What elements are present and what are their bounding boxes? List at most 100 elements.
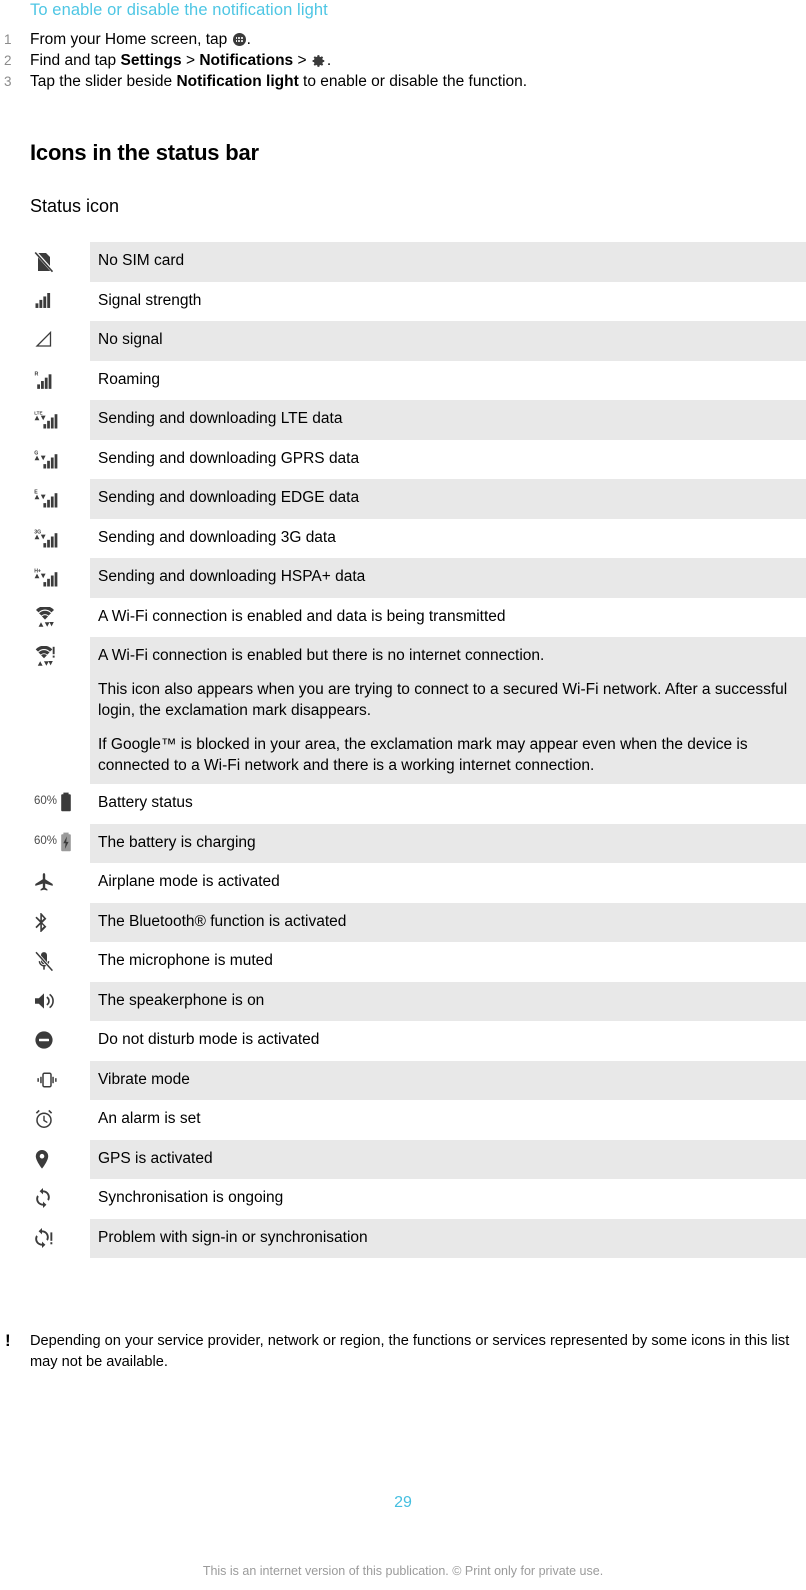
- icon-description-cell: Sending and downloading HSPA+ data: [90, 558, 806, 598]
- wifi-connected-icon: [34, 606, 58, 629]
- status-icon-row: An alarm is set: [0, 1100, 806, 1140]
- bluetooth-icon: [34, 912, 48, 933]
- icon-cell: [0, 942, 90, 982]
- icon-description-text: Signal strength: [98, 291, 202, 309]
- icon-description-text: The speakerphone is on: [98, 991, 265, 1009]
- icon-description-cell: Sending and downloading 3G data: [90, 519, 806, 559]
- status-icon-row: H+ Sending and downloading HSPA+ data: [0, 558, 806, 598]
- icon-description-text: Vibrate mode: [98, 1070, 190, 1088]
- icon-description-text: The battery is charging: [98, 833, 256, 851]
- step-2: 2 Find and tap Settings > Notifications …: [0, 50, 806, 71]
- icon-description-text: This icon also appears when you are tryi…: [98, 681, 788, 719]
- step-separator: >: [181, 52, 200, 69]
- icon-description-cell: The speakerphone is on: [90, 981, 806, 1021]
- sync-icon: [34, 1188, 52, 1208]
- microphone-muted-icon: [34, 951, 54, 972]
- icon-cell: [0, 637, 90, 784]
- icon-description-cell: Roaming: [90, 361, 806, 401]
- svg-text:3G: 3G: [34, 529, 41, 535]
- status-icon-row: E Sending and downloading EDGE data: [0, 479, 806, 519]
- icon-description-cell: Vibrate mode: [90, 1060, 806, 1100]
- no-signal-icon: [34, 330, 54, 348]
- procedure-steps: 1 From your Home screen, tap . 2 Find an…: [0, 29, 806, 92]
- hspa-plus-data-icon: H+: [34, 567, 58, 589]
- step-separator-2: >: [293, 52, 311, 69]
- icon-description-cell: A Wi-Fi connection is enabled but there …: [90, 637, 806, 784]
- gprs-data-icon: G: [34, 449, 58, 471]
- status-icon-row: Do not disturb mode is activated: [0, 1021, 806, 1061]
- step-text-pre: Find and tap: [30, 52, 121, 69]
- icon-description-cell: A Wi-Fi connection is enabled and data i…: [90, 598, 806, 638]
- icon-description-cell: Sending and downloading LTE data: [90, 400, 806, 440]
- battery-charging-icon: [60, 832, 72, 852]
- icon-description-text: Sending and downloading GPRS data: [98, 449, 360, 467]
- icon-description-cell: GPS is activated: [90, 1139, 806, 1179]
- step-text: From your Home screen, tap .: [30, 29, 806, 50]
- step-bold-notifications: Notifications: [199, 52, 294, 69]
- do-not-disturb-icon: [34, 1030, 54, 1050]
- svg-text:E: E: [34, 489, 38, 495]
- speakerphone-icon: [34, 991, 56, 1011]
- icon-description-cell: Sending and downloading EDGE data: [90, 479, 806, 519]
- icon-description-cell: The microphone is muted: [90, 942, 806, 982]
- icon-description-text: Battery status: [98, 794, 193, 811]
- battery-percent-label: 60%: [34, 834, 58, 847]
- battery-percent-label: 60%: [34, 795, 58, 808]
- no-sim-card-icon: [34, 251, 54, 273]
- icon-description-text: Sending and downloading 3G data: [98, 528, 336, 546]
- icon-description-text: A Wi-Fi connection is enabled and data i…: [98, 607, 506, 625]
- icon-cell: [0, 1061, 90, 1101]
- note-block: ! Depending on your service provider, ne…: [0, 1331, 806, 1373]
- battery-status-icon: [60, 792, 72, 812]
- icon-description-text: A Wi-Fi connection is enabled but there …: [98, 647, 545, 664]
- icon-description-text: Airplane mode is activated: [98, 873, 280, 890]
- icon-description-cell: No SIM card: [90, 242, 806, 282]
- icon-cell: [0, 1100, 90, 1140]
- gear-icon: [312, 55, 325, 67]
- icon-cell: LTE: [0, 400, 90, 440]
- status-icon-row: No signal: [0, 321, 806, 361]
- icon-cell: 3G: [0, 519, 90, 559]
- icon-cell: [0, 1179, 90, 1219]
- status-icon-row: 60% The battery is charging: [0, 823, 806, 864]
- icon-description-text: Problem with sign-in or synchronisation: [98, 1228, 368, 1246]
- status-icon-row: Synchronisation is ongoing: [0, 1179, 806, 1219]
- page-title: Icons in the status bar: [30, 140, 259, 165]
- footer-disclaimer: This is an internet version of this publ…: [202, 1564, 604, 1578]
- icon-cell: [0, 863, 90, 903]
- status-icon-table: No SIM card Signal strength No signal R Roam…: [0, 242, 806, 1258]
- icon-cell: 60%: [0, 824, 90, 864]
- icon-description-text: GPS is activated: [98, 1149, 213, 1167]
- step-3: 3 Tap the slider beside Notification lig…: [0, 71, 806, 92]
- icon-description-cell: An alarm is set: [90, 1100, 806, 1140]
- subsection-title: Status icon: [30, 196, 120, 216]
- battery-indicator: 60%: [34, 832, 72, 852]
- icon-description-cell: The battery is charging: [90, 823, 806, 863]
- icon-cell: [0, 321, 90, 361]
- status-icon-row: Signal strength: [0, 282, 806, 322]
- icon-description-text: Synchronisation is ongoing: [98, 1189, 284, 1206]
- icon-cell: [0, 903, 90, 943]
- step-text-post: .: [326, 52, 332, 69]
- airplane-mode-icon: [34, 872, 54, 892]
- gps-icon: [34, 1149, 50, 1170]
- status-icon-row: The speakerphone is on: [0, 981, 806, 1021]
- status-icon-row: LTE Sending and downloading LTE data: [0, 400, 806, 440]
- svg-text:LTE: LTE: [34, 410, 42, 415]
- status-icon-row: Vibrate mode: [0, 1060, 806, 1101]
- icon-description-cell: No signal: [90, 321, 806, 361]
- icon-cell: [0, 1021, 90, 1061]
- app-drawer-icon: [232, 33, 246, 46]
- signal-strength-icon: [34, 291, 54, 309]
- icon-cell: [0, 1219, 90, 1259]
- wifi-no-internet-icon: [34, 646, 60, 668]
- status-icon-row: No SIM card: [0, 242, 806, 282]
- step-text-post: to enable or disable the function.: [298, 73, 528, 90]
- step-text: Find and tap Settings > Notifications > …: [30, 50, 806, 71]
- manual-page: To enable or disable the notification li…: [0, 0, 806, 1590]
- step-text-pre: From your Home screen, tap: [30, 31, 232, 48]
- icon-cell: [0, 282, 90, 322]
- icon-description-cell: Sending and downloading GPRS data: [90, 440, 806, 480]
- status-icon-row: GPS is activated: [0, 1139, 806, 1179]
- status-icon-row: G Sending and downloading GPRS data: [0, 440, 806, 480]
